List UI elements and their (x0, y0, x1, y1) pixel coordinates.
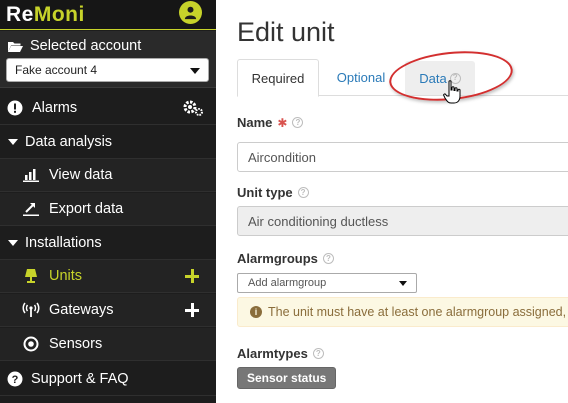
sidebar-item-label: View data (49, 167, 113, 183)
name-input[interactable]: Aircondition (237, 142, 568, 172)
help-icon[interactable]: ? (312, 348, 324, 359)
hand-cursor-icon (443, 80, 461, 104)
page-title: Edit unit (237, 17, 335, 47)
sidebar-item-label: Alarms (32, 100, 78, 116)
unit-type-field: Air conditioning ductless (237, 206, 568, 236)
user-menu-button[interactable] (179, 1, 202, 24)
sidebar-item-label: Sensors (49, 336, 103, 352)
gears-icon[interactable] (182, 99, 204, 117)
folder-open-icon (8, 41, 23, 52)
antenna-icon (22, 302, 40, 318)
alarmgroup-select[interactable]: Add alarmgroup (237, 273, 417, 293)
alarmgroup-warning-text: The unit must have at least one alarmgro… (268, 305, 567, 319)
lamp-icon (24, 268, 38, 284)
help-icon[interactable]: ? (322, 253, 334, 264)
alarmtype-chip-sensor-status[interactable]: Sensor status (237, 367, 337, 389)
sidebar-item-installations[interactable]: Installations (0, 227, 216, 260)
add-gateway-button[interactable] (184, 302, 200, 318)
logo-moni: Moni (33, 3, 85, 26)
unit-type-label: Unit type ? (237, 185, 309, 200)
add-unit-button[interactable] (184, 268, 200, 284)
sidebar-item-sensors[interactable]: Sensors (0, 328, 216, 361)
bar-chart-icon (23, 168, 39, 182)
sidebar-item-view-data[interactable]: View data (0, 159, 216, 192)
sidebar-item-label: Support & FAQ (31, 370, 129, 387)
caret-down-icon (8, 138, 18, 146)
help-icon[interactable]: ? (297, 187, 309, 198)
alarmgroup-select-placeholder: Add alarmgroup (248, 277, 327, 289)
tab-label: Required (251, 70, 305, 86)
sidebar-item-alarms[interactable]: Alarms (0, 92, 216, 125)
exclamation-circle-icon (7, 100, 23, 116)
alarmtypes-label: Alarmtypes ? (237, 346, 324, 361)
chevron-down-icon (399, 281, 407, 286)
sidebar: ReMoni Selected account Fake account 4 A… (0, 0, 216, 403)
sidebar-item-support-faq[interactable]: ? Support & FAQ (0, 362, 216, 396)
sidebar-item-label: Data analysis (25, 134, 113, 150)
unit-type-value: Air conditioning ductless (248, 214, 389, 229)
account-select-value: Fake account 4 (15, 63, 98, 77)
tab-required[interactable]: Required (237, 59, 319, 97)
sidebar-item-label: Gateways (49, 302, 114, 318)
alarmtypes-label-text: Alarmtypes (237, 346, 308, 361)
info-icon: i (250, 306, 262, 318)
question-circle-icon: ? (7, 371, 23, 387)
alarmtype-chip-label: Sensor status (247, 371, 327, 385)
alarmgroups-label: Alarmgroups ? (237, 251, 334, 266)
sidebar-item-units[interactable]: Units (0, 260, 216, 293)
main-content: Edit unit Required Optional Data? Name ✱… (216, 0, 568, 403)
required-asterisk-icon: ✱ (277, 115, 288, 130)
logo[interactable]: ReMoni (6, 3, 85, 27)
name-input-value: Aircondition (248, 150, 316, 165)
name-label: Name ✱ ? (237, 115, 304, 130)
export-icon (23, 202, 39, 216)
chevron-down-icon (190, 68, 200, 74)
account-select[interactable]: Fake account 4 (6, 58, 209, 82)
alarmgroup-warning: i The unit must have at least one alarmg… (237, 297, 568, 327)
help-icon[interactable]: ? (292, 117, 304, 128)
svg-text:?: ? (12, 374, 19, 386)
alarmgroups-label-text: Alarmgroups (237, 251, 318, 266)
sidebar-item-gateways[interactable]: Gateways (0, 294, 216, 327)
name-label-text: Name (237, 115, 273, 130)
account-header-label: Selected account (30, 38, 142, 54)
sidebar-item-label: Installations (25, 235, 102, 251)
sensor-icon (23, 336, 39, 352)
sidebar-item-label: Export data (49, 201, 124, 217)
sidebar-item-export-data[interactable]: Export data (0, 193, 216, 226)
caret-down-icon (8, 239, 18, 247)
sidebar-item-data-analysis[interactable]: Data analysis (0, 126, 216, 159)
tab-label: Optional (336, 70, 386, 85)
unit-type-label-text: Unit type (237, 185, 293, 200)
account-header: Selected account (7, 38, 141, 54)
user-icon (184, 6, 197, 20)
topbar: ReMoni (0, 0, 216, 30)
sidebar-item-label: Units (49, 268, 83, 284)
account-selector: Selected account Fake account 4 (0, 31, 216, 88)
logo-re: Re (6, 3, 34, 26)
